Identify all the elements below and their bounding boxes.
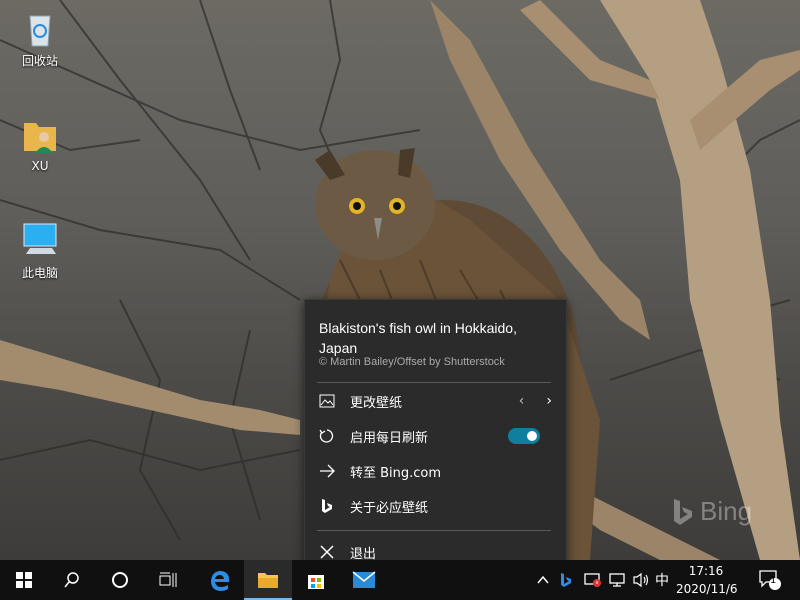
store-button[interactable] [292,560,340,600]
notification-count: 1 [770,575,777,586]
menu-item-label: 转至 Bing.com [350,465,442,481]
bing-logo-icon [674,498,692,525]
tray-network[interactable] [608,560,626,600]
desktop-icon-label: 此电脑 [21,266,58,280]
ime-indicator[interactable]: 中 [655,560,669,600]
menu-item-daily-refresh[interactable]: 启用每日刷新 [305,419,566,453]
action-center-button[interactable]: 1 [758,560,782,600]
taskbar: 中 17:16 2020/11/6 1 [0,560,800,600]
show-hidden-icons-button[interactable] [537,560,549,600]
menu-item-label: 更改壁纸 [350,395,403,411]
ime-label: 中 [655,573,669,589]
network-icon [609,573,625,587]
start-button[interactable] [0,560,48,600]
clock-time: 17:16 [688,564,724,578]
windows-logo-icon [16,572,32,588]
close-icon [318,543,336,561]
menu-item-change-wallpaper[interactable]: 更改壁纸 ‹ › [305,384,566,418]
bing-logo-icon [561,573,571,587]
bing-wallpaper-popup: Blakiston's fish owl in Hokkaido, Japan … [304,299,567,578]
volume-icon [633,572,649,588]
menu-item-about[interactable]: 关于必应壁纸 [305,489,566,523]
wallpaper-credit: © Martin Bailey/Offset by Shutterstock [319,356,505,368]
arrow-right-icon [318,462,336,480]
menu-item-go-to-bing[interactable]: 转至 Bing.com [305,454,566,488]
previous-wallpaper-button[interactable]: ‹ [519,393,525,409]
mail-button[interactable] [340,560,388,600]
task-view-button[interactable] [144,560,192,600]
change-wallpaper-icon [318,392,336,410]
wallpaper-title: Blakiston's fish owl in Hokkaido, Japan [319,320,517,356]
tray-bing-wallpaper[interactable] [560,560,572,600]
tray-network-warning[interactable] [584,560,602,600]
this-pc-icon [20,220,60,260]
daily-refresh-toggle[interactable] [508,428,540,444]
chevron-up-icon [537,575,549,584]
tray-volume[interactable] [632,560,650,600]
bing-watermark-text: Bing [700,496,753,526]
edge-icon [211,571,230,591]
task-view-icon [159,572,177,587]
desktop-icon-this-pc[interactable]: 此电脑 [5,220,75,281]
wallpaper-nav: ‹ › [519,393,552,409]
refresh-icon [318,427,336,445]
cortana-button[interactable] [96,560,144,600]
desktop-icon-recycle-bin[interactable]: 回收站 [5,8,75,69]
cortana-icon [112,572,128,588]
recycle-bin-icon [20,8,60,48]
search-button[interactable] [48,560,96,600]
user-folder-icon [20,115,60,155]
menu-item-label: 关于必应壁纸 [350,500,429,516]
file-explorer-button[interactable] [244,560,292,600]
divider [317,382,551,383]
desktop-icon-user-folder[interactable]: XU [5,115,75,173]
search-icon [64,572,79,588]
divider [317,530,551,531]
bing-logo-icon [318,497,336,515]
store-icon [308,575,324,589]
edge-button[interactable] [196,560,244,600]
clock-date: 2020/11/6 [676,582,738,596]
next-wallpaper-button[interactable]: › [546,393,552,409]
bing-watermark: Bing [672,496,752,527]
folder-icon [258,573,278,588]
desktop-icon-label: XU [31,159,49,173]
menu-item-label: 退出 [350,546,377,562]
clock[interactable]: 17:16 2020/11/6 [676,562,738,598]
mail-icon [352,571,376,588]
desktop-icon-label: 回收站 [21,54,58,68]
menu-item-label: 启用每日刷新 [350,430,429,446]
network-warning-icon [584,573,601,587]
